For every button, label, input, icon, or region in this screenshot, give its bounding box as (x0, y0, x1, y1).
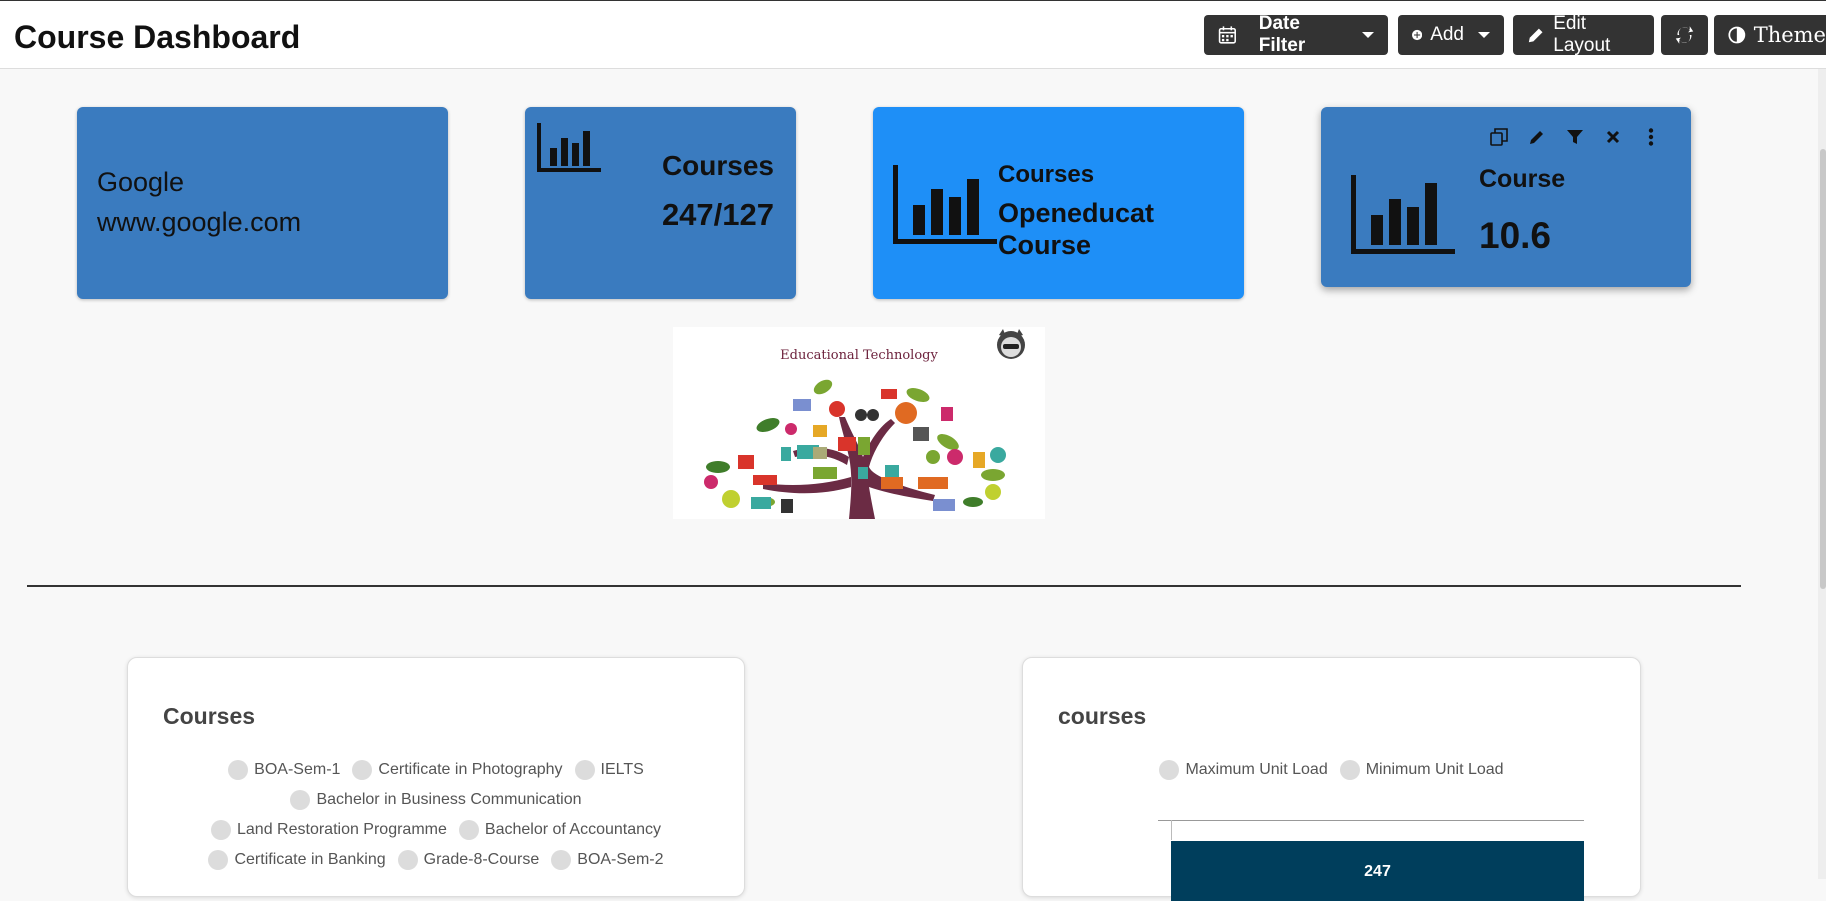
edit-layout-button[interactable]: Edit Layout (1513, 13, 1654, 56)
legend-dot-icon (1159, 760, 1180, 780)
legend-item[interactable]: IELTS (574, 760, 644, 780)
date-filter-label: Date Filter (1258, 13, 1306, 56)
legend-label: Grade-8-Course (423, 851, 540, 868)
calendar-icon (1218, 26, 1236, 44)
legend-dot-icon (551, 850, 572, 870)
filter-icon[interactable] (1565, 127, 1585, 147)
panel-title: Courses (163, 703, 256, 729)
legend-dot-icon (574, 760, 595, 780)
scrollbar-thumb[interactable] (1820, 149, 1826, 589)
courses-name-subtitle: Openeducat Course (998, 198, 1155, 260)
legend-label: Bachelor in Business Communication (316, 791, 582, 808)
google-card-name: Google (97, 167, 185, 197)
plus-circle-icon (1412, 29, 1423, 41)
legend-label: BOA-Sem-1 (254, 761, 341, 778)
legend-label: Certificate in Banking (234, 851, 386, 868)
courses-chart-panel: Courses BOA-Sem-1 Certificate in Photogr… (127, 657, 745, 897)
bar-chart-icon (893, 165, 997, 244)
legend-item-min-unit-load[interactable]: Minimum Unit Load (1339, 760, 1504, 780)
tree-illustration (704, 329, 1025, 519)
legend-label: Maximum Unit Load (1185, 761, 1328, 778)
legend-dot-icon (352, 760, 373, 780)
chevron-down-icon (1362, 32, 1374, 38)
google-card-url: www.google.com (97, 207, 302, 237)
bar-chart-icon (1351, 175, 1455, 254)
theme-label: Theme (1753, 23, 1826, 47)
more-vertical-icon[interactable] (1641, 127, 1661, 147)
page-title: Course Dashboard (14, 19, 301, 55)
courses-count-value: 247/127 (661, 197, 774, 232)
legend-item[interactable]: BOA-Sem-2 (551, 850, 664, 870)
courses-count-title: Courses (661, 150, 774, 181)
legend-item[interactable]: BOA-Sem-1 (228, 760, 340, 780)
legend-item[interactable]: Bachelor of Accountancy (458, 820, 661, 840)
duplicate-icon[interactable] (1489, 127, 1509, 147)
educational-technology-image: Educational Technology (673, 327, 1045, 519)
date-filter-button[interactable]: Date Filter (1204, 13, 1388, 56)
legend-item[interactable]: Land Restoration Programme (211, 820, 447, 840)
header-bar: Course Dashboard Date Filter Add Edit La… (0, 0, 1826, 69)
legend-row: Bachelor in Business Communication (128, 790, 744, 810)
legend-row: BOA-Sem-1 Certificate in Photography IEL… (128, 760, 744, 780)
legend-dot-icon (228, 760, 249, 780)
refresh-button[interactable] (1661, 15, 1708, 55)
legend-dot-icon (1339, 760, 1360, 780)
courses-count-card[interactable]: Courses 247/127 (525, 107, 796, 299)
section-divider (27, 585, 1741, 587)
google-card[interactable]: Google www.google.com (77, 107, 448, 299)
courses-name-card[interactable]: Courses Openeducat Course (873, 107, 1244, 299)
chart-bar[interactable]: 247 (1171, 841, 1584, 901)
course-metric-value: 10.6 (1479, 215, 1552, 256)
add-label: Add (1430, 24, 1464, 45)
legend-label: BOA-Sem-2 (577, 851, 664, 868)
legend-dot-icon (397, 850, 418, 870)
chart-axis-tick (1171, 820, 1172, 840)
close-icon[interactable] (1603, 127, 1623, 147)
chevron-down-icon (1478, 32, 1490, 38)
legend-dot-icon (211, 820, 231, 840)
edit-layout-label: Edit Layout (1553, 13, 1611, 56)
panel-title: courses (1058, 703, 1147, 729)
legend-item[interactable]: Certificate in Photography (352, 760, 563, 780)
course-metric-title: Course (1479, 165, 1566, 193)
theme-button[interactable]: Theme (1714, 15, 1826, 55)
legend-label: IELTS (600, 761, 644, 778)
legend-row: Land Restoration Programme Bachelor of A… (128, 820, 744, 840)
legend-label: Bachelor of Accountancy (484, 821, 661, 838)
pencil-icon (1528, 28, 1543, 43)
legend-row: Maximum Unit Load Minimum Unit Load (1023, 760, 1640, 780)
courses-name-title: Courses (998, 161, 1095, 188)
legend-dot-icon (290, 790, 311, 810)
bar-chart-icon (537, 123, 601, 172)
legend-item-max-unit-load[interactable]: Maximum Unit Load (1159, 760, 1328, 780)
page-scrollbar[interactable] (1818, 69, 1826, 879)
courses-bar-panel: courses Maximum Unit Load Minimum Unit L… (1022, 657, 1641, 901)
legend-item[interactable]: Certificate in Banking (208, 850, 386, 870)
legend-item[interactable]: Grade-8-Course (397, 850, 540, 870)
card-toolbar (1489, 127, 1661, 147)
chart-axis-line (1158, 820, 1584, 821)
legend-row: Certificate in Banking Grade-8-Course BO… (128, 850, 744, 870)
legend-dot-icon (208, 850, 229, 870)
add-button[interactable]: Add (1398, 15, 1504, 55)
legend-item[interactable]: Bachelor in Business Communication (290, 790, 582, 810)
course-metric-card[interactable]: Course 10.6 (1321, 107, 1691, 287)
legend-dot-icon (458, 820, 479, 840)
raccoon-logo (997, 329, 1025, 359)
contrast-icon (1728, 26, 1746, 44)
legend-label: Minimum Unit Load (1365, 761, 1504, 778)
legend-label: Certificate in Photography (378, 761, 563, 778)
bar-data-label: 247 (1364, 863, 1391, 880)
legend-label: Land Restoration Programme (237, 821, 447, 838)
edit-icon[interactable] (1527, 127, 1547, 147)
refresh-icon (1675, 26, 1694, 44)
